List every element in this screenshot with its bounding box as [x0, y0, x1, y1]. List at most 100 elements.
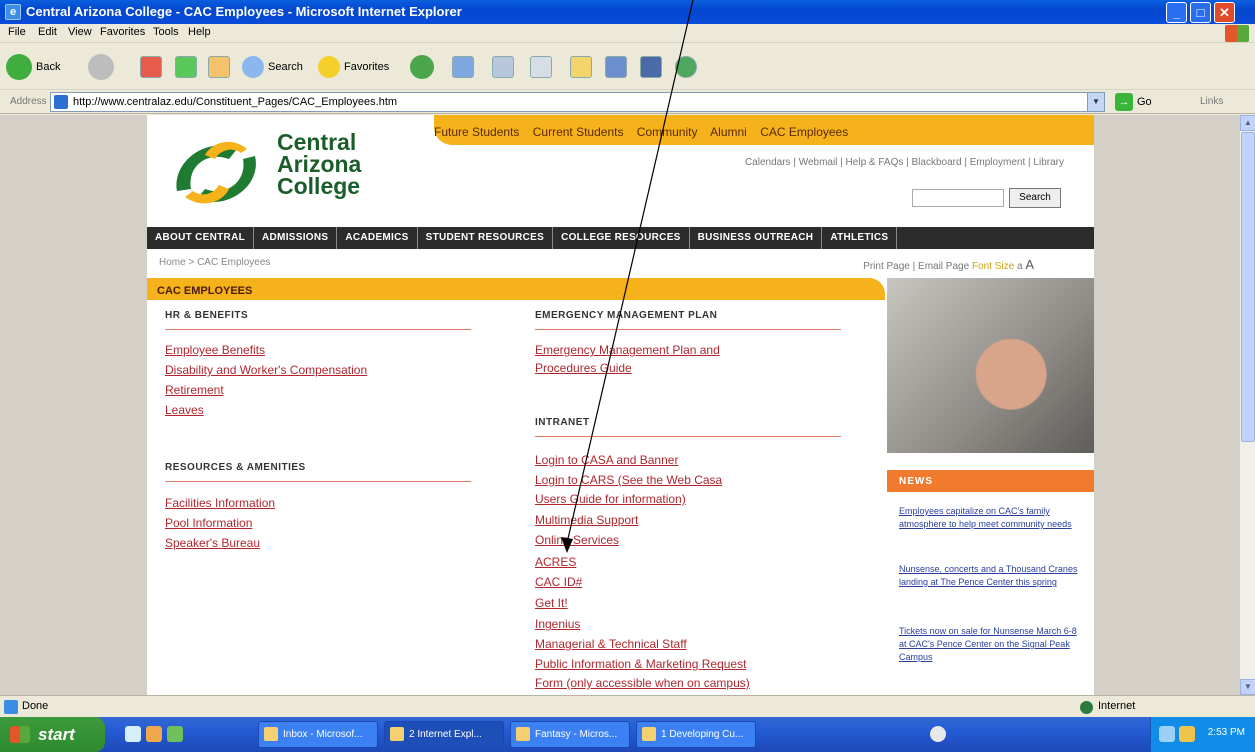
- minimize-button[interactable]: _: [1166, 2, 1187, 23]
- links-toolbar[interactable]: Links: [1200, 96, 1223, 107]
- news-item-3[interactable]: Tickets now on sale for Nunsense March 6…: [899, 625, 1079, 664]
- task-fantasy[interactable]: Fantasy - Micros...: [510, 721, 630, 748]
- menu-file[interactable]: File: [8, 26, 26, 38]
- quicklaunch-app-icon[interactable]: [167, 726, 183, 742]
- taskbar: start Inbox - Microsof... 2 Internet Exp…: [0, 717, 1255, 752]
- discuss-button[interactable]: [570, 52, 592, 82]
- maximize-button[interactable]: □: [1190, 2, 1211, 23]
- mainnav-academics[interactable]: ACADEMICS: [337, 227, 418, 249]
- go-button[interactable]: → Go: [1115, 93, 1152, 111]
- link-cars[interactable]: Login to CARS (See the Web Casa: [535, 473, 722, 487]
- link-multimedia[interactable]: Multimedia Support: [535, 513, 638, 527]
- link-employee-benefits[interactable]: Employee Benefits: [165, 343, 265, 357]
- link-speakers-bureau[interactable]: Speaker's Bureau: [165, 536, 260, 550]
- refresh-button[interactable]: [175, 52, 197, 82]
- tray-network-icon[interactable]: [1159, 726, 1175, 742]
- mail-button[interactable]: [452, 52, 474, 82]
- site-search-input[interactable]: [912, 189, 1004, 207]
- back-button[interactable]: Back: [6, 52, 60, 82]
- nav-alumni[interactable]: Alumni: [710, 125, 747, 139]
- forward-button[interactable]: [88, 52, 118, 82]
- link-cac-id[interactable]: CAC ID#: [535, 575, 582, 589]
- search-label: Search: [268, 61, 303, 73]
- menu-edit[interactable]: Edit: [38, 26, 57, 38]
- menu-help[interactable]: Help: [188, 26, 211, 38]
- link-retirement[interactable]: Retirement: [165, 383, 224, 397]
- mainnav-student-resources[interactable]: STUDENT RESOURCES: [418, 227, 554, 249]
- nav-community[interactable]: Community: [637, 125, 698, 139]
- link-managerial-staff[interactable]: Managerial & Technical Staff: [535, 637, 687, 651]
- link-facilities[interactable]: Facilities Information: [165, 496, 275, 510]
- address-input[interactable]: http://www.centralaz.edu/Constituent_Pag…: [50, 92, 1105, 112]
- mainnav-athletics[interactable]: ATHLETICS: [822, 227, 898, 249]
- site-search-button[interactable]: Search: [1009, 188, 1061, 208]
- mainnav-college-resources[interactable]: COLLEGE RESOURCES: [553, 227, 690, 249]
- mainnav-about[interactable]: ABOUT CENTRAL: [147, 227, 255, 249]
- link-emergency-plan[interactable]: Emergency Management Plan and: [535, 343, 720, 357]
- nav-cac-employees[interactable]: CAC Employees: [760, 125, 848, 139]
- start-label: start: [38, 725, 75, 744]
- url-text: http://www.centralaz.edu/Constituent_Pag…: [73, 96, 398, 108]
- link-acres[interactable]: ACRES: [535, 555, 576, 569]
- news-title: NEWS: [899, 476, 933, 487]
- print-button[interactable]: [492, 52, 514, 82]
- link-form-on-campus[interactable]: Form (only accessible when on campus): [535, 676, 750, 690]
- menu-tools[interactable]: Tools: [153, 26, 179, 38]
- menu-view[interactable]: View: [68, 26, 92, 38]
- favorites-button[interactable]: Favorites: [318, 52, 389, 82]
- task-internet-explorer[interactable]: 2 Internet Expl...: [384, 721, 504, 748]
- stop-button[interactable]: [140, 52, 162, 82]
- link-public-info-request[interactable]: Public Information & Marketing Request: [535, 657, 746, 671]
- quicklaunch-desktop-icon[interactable]: [125, 726, 141, 742]
- link-casa-banner[interactable]: Login to CASA and Banner: [535, 453, 678, 467]
- print-email-links[interactable]: Print Page | Email Page: [863, 261, 969, 272]
- nav-current-students[interactable]: Current Students: [533, 125, 624, 139]
- scroll-down-icon[interactable]: ▼: [1240, 679, 1255, 695]
- link-disability[interactable]: Disability and Worker's Compensation: [165, 363, 367, 377]
- close-button[interactable]: ✕: [1214, 2, 1235, 23]
- home-icon: [208, 56, 230, 78]
- quicklaunch-browser-icon[interactable]: [146, 726, 162, 742]
- search-icon: [242, 56, 264, 78]
- page-favicon-icon: [54, 95, 68, 109]
- folder-icon: [570, 56, 592, 78]
- link-ingenius[interactable]: Ingenius: [535, 617, 580, 631]
- top-nav: Future Students Current Students Communi…: [434, 125, 858, 139]
- home-button[interactable]: [208, 52, 230, 82]
- font-size-small[interactable]: a: [1017, 261, 1023, 272]
- star-icon: [318, 56, 340, 78]
- history-button[interactable]: [410, 52, 438, 82]
- menu-favorites[interactable]: Favorites: [100, 26, 145, 38]
- mainnav-business-outreach[interactable]: BUSINESS OUTREACH: [690, 227, 823, 249]
- edit-button[interactable]: [530, 52, 552, 82]
- breadcrumb[interactable]: Home > CAC Employees: [159, 257, 270, 268]
- mainnav-admissions[interactable]: ADMISSIONS: [254, 227, 338, 249]
- cac-logo-icon[interactable]: [167, 131, 267, 216]
- link-pool[interactable]: Pool Information: [165, 516, 252, 530]
- task-developing[interactable]: 1 Developing Cu...: [636, 721, 756, 748]
- news-item-1[interactable]: Employees capitalize on CAC's family atm…: [899, 505, 1079, 531]
- research-button[interactable]: [640, 52, 662, 82]
- nav-future-students[interactable]: Future Students: [434, 125, 519, 139]
- utility-nav[interactable]: Calendars | Webmail | Help & FAQs | Blac…: [745, 157, 1064, 168]
- link-procedures-guide[interactable]: Procedures Guide: [535, 361, 632, 375]
- start-button[interactable]: start: [0, 717, 105, 752]
- messenger-button[interactable]: [605, 52, 627, 82]
- scroll-up-icon[interactable]: ▲: [1240, 115, 1255, 131]
- scroll-thumb[interactable]: [1241, 132, 1255, 442]
- media-control-icon[interactable]: [930, 726, 946, 742]
- link-online-services[interactable]: Online Services: [535, 533, 619, 547]
- tray-volume-icon[interactable]: [1179, 726, 1195, 742]
- messenger2-button[interactable]: [675, 52, 697, 82]
- task-inbox[interactable]: Inbox - Microsof...: [258, 721, 378, 748]
- link-leaves[interactable]: Leaves: [165, 403, 204, 417]
- news-item-2[interactable]: Nunsense, concerts and a Thousand Cranes…: [899, 563, 1079, 589]
- search-button[interactable]: Search: [242, 52, 303, 82]
- link-get-it[interactable]: Get It!: [535, 596, 568, 610]
- vertical-scrollbar[interactable]: ▲ ▼: [1239, 115, 1255, 695]
- address-dropdown-icon[interactable]: ▼: [1087, 93, 1104, 111]
- link-cars-guide[interactable]: Users Guide for information): [535, 492, 686, 506]
- title-bar: e Central Arizona College - CAC Employee…: [0, 0, 1255, 24]
- font-size-large[interactable]: A: [1025, 257, 1034, 272]
- ie-app-icon[interactable]: e: [5, 4, 21, 20]
